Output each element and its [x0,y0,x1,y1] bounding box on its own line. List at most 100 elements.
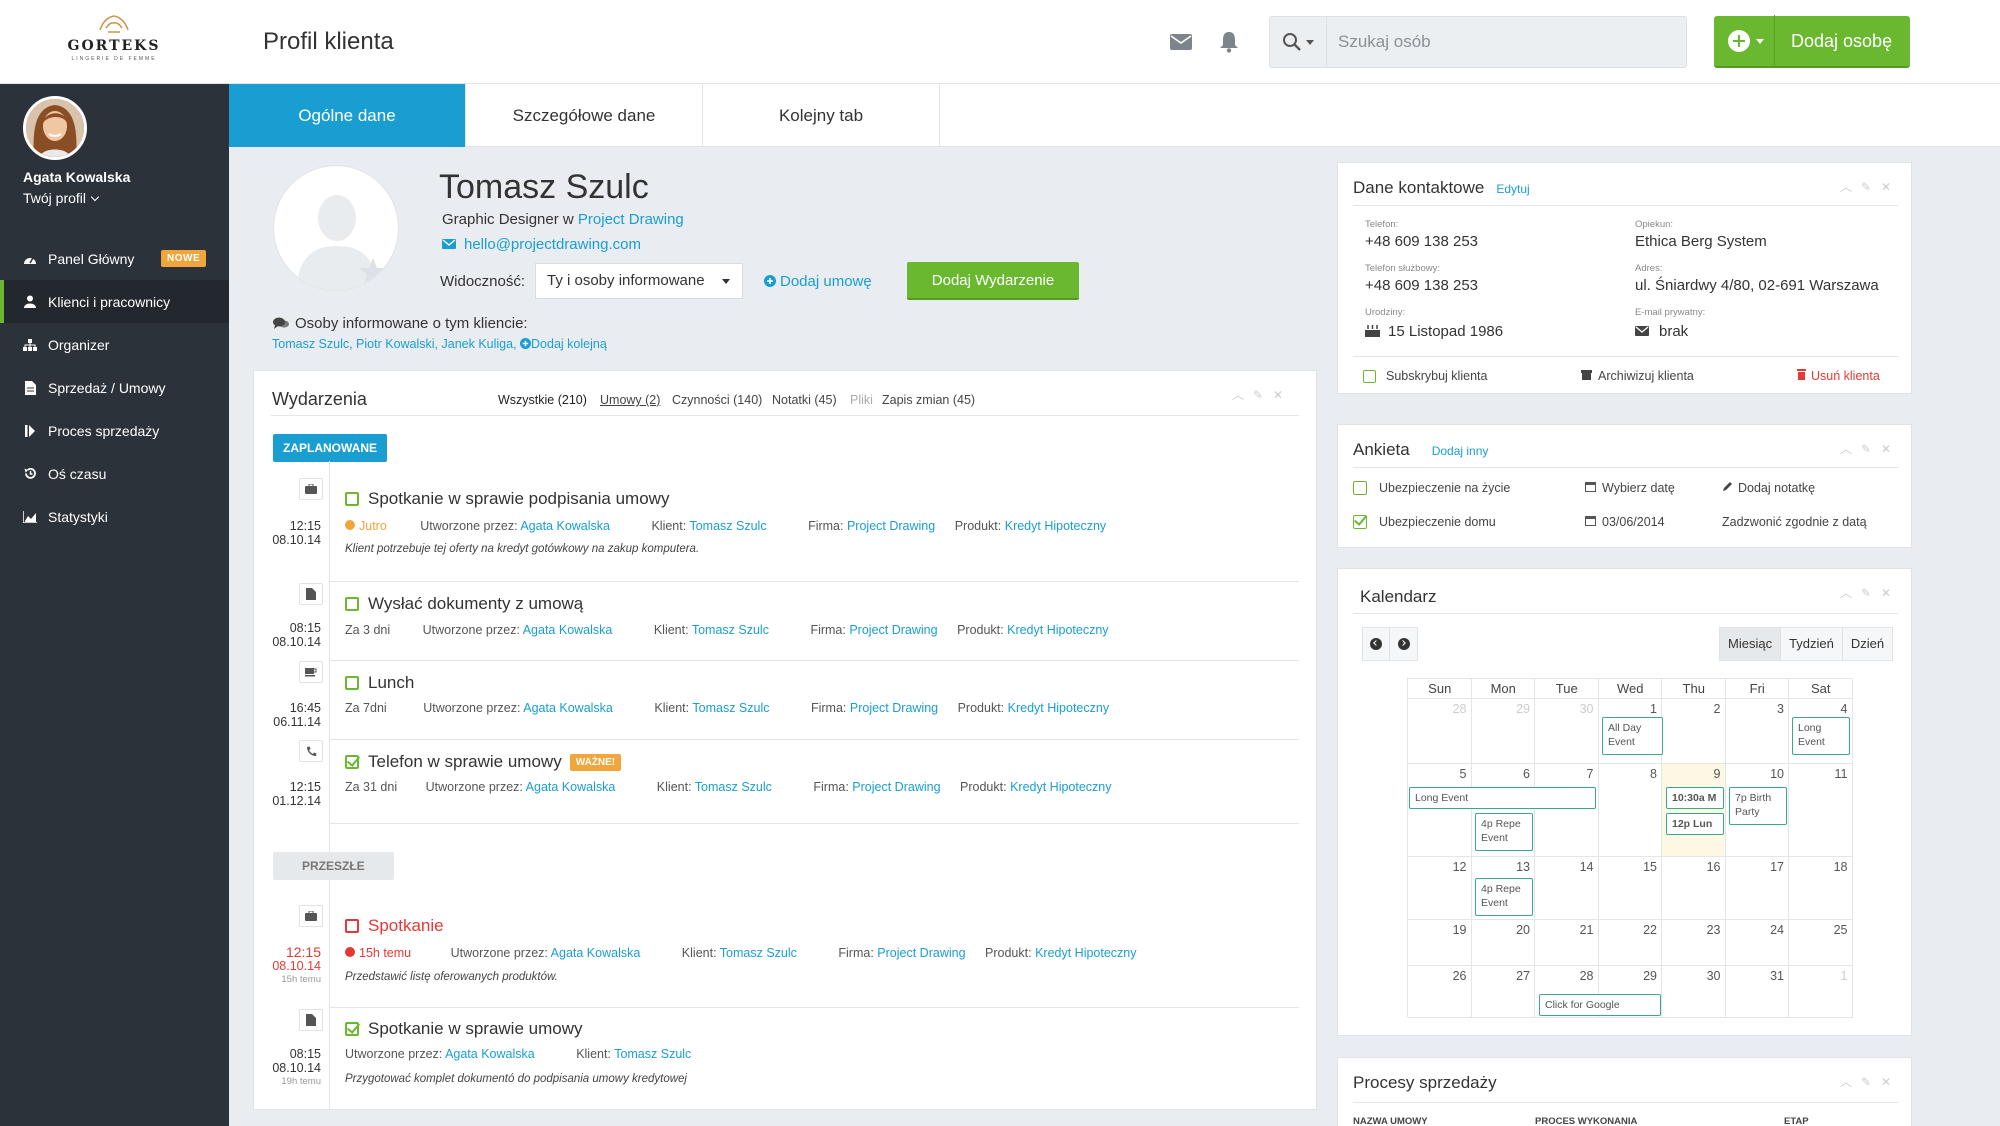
add-note-link[interactable]: Dodaj notatkę [1722,481,1815,495]
tab-details[interactable]: Szczegółowe dane [466,84,703,147]
calendar-day[interactable]: 22 [1598,920,1662,966]
calendar-day[interactable]: 21 [1535,920,1599,966]
survey-row[interactable]: Ubezpieczenie na życie [1353,481,1510,495]
event-title[interactable]: Wysłać dokumenty z umową [345,594,583,614]
calendar-event[interactable]: 10:30a M [1666,787,1724,809]
survey-date-picker[interactable]: 03/06/2014 [1585,515,1665,529]
client-link[interactable]: Tomasz Szulc [695,780,772,794]
calendar-day[interactable]: 8 [1598,764,1662,857]
calendar-event[interactable]: Long Event [1409,787,1596,809]
delete-client-link[interactable]: Usuń klienta [1797,369,1880,383]
close-icon[interactable]: ✕ [1880,587,1892,599]
checkbox-checked[interactable] [345,755,359,769]
calendar-day[interactable]: 12 [1408,857,1472,920]
view-month-button[interactable]: Miesiąc [1720,628,1782,660]
filter-all[interactable]: Wszystkie (210) [498,393,587,407]
checkbox[interactable] [1363,369,1376,383]
calendar-event[interactable]: 4p Repe Event [1475,813,1533,851]
company-link[interactable]: Project Drawing [850,701,938,715]
filter-changelog[interactable]: Zapis zmian (45) [882,393,975,407]
calendar-event[interactable]: Click for Google [1539,994,1661,1016]
collapse-icon[interactable]: ︿ [1840,1076,1852,1088]
collapse-icon[interactable]: ︿ [1232,389,1244,401]
client-avatar[interactable] [273,165,399,291]
calendar-event[interactable]: Long Event [1792,717,1850,755]
view-week-button[interactable]: Tydzień [1781,628,1843,660]
calendar-day[interactable]: 27 [1471,966,1535,1018]
event-title[interactable]: Spotkanie [345,916,444,936]
creator-link[interactable]: Agata Kowalska [523,701,613,715]
client-link[interactable]: Tomasz Szulc [692,701,769,715]
company-link[interactable]: Project Drawing [877,946,965,960]
add-contract-link[interactable]: Dodaj umowę [764,273,872,290]
calendar-day[interactable]: 23 [1662,920,1726,966]
calendar-day[interactable]: 20 [1471,920,1535,966]
calendar-day[interactable]: 11 [1789,764,1853,857]
close-icon[interactable]: ✕ [1880,181,1892,193]
company-link[interactable]: Project Drawing [852,780,940,794]
calendar-day[interactable]: 24 [1725,920,1789,966]
edit-contact-link[interactable]: Edytuj [1496,182,1529,196]
calendar-day[interactable]: 30 [1535,699,1599,764]
creator-link[interactable]: Agata Kowalska [523,623,613,637]
calendar-day[interactable]: 5 [1408,764,1472,857]
calendar-day[interactable]: 14 [1535,857,1599,920]
add-event-button[interactable]: Dodaj Wydarzenie [907,262,1079,300]
sidebar-item-sales[interactable]: Sprzedaż / Umowy [0,366,229,409]
checkbox-checked[interactable] [1353,515,1367,529]
calendar-day[interactable]: 9 [1662,764,1726,857]
collapse-icon[interactable]: ︿ [1840,587,1852,599]
product-link[interactable]: Kredyt Hipoteczny [1035,946,1136,960]
calendar-day[interactable]: 28 [1408,699,1472,764]
filter-notes[interactable]: Notatki (45) [772,393,837,407]
company-link[interactable]: Project Drawing [847,519,935,533]
creator-link[interactable]: Agata Kowalska [445,1047,535,1061]
calendar-day[interactable]: 26 [1408,966,1472,1018]
client-link[interactable]: Tomasz Szulc [614,1047,691,1061]
calendar-day[interactable]: 25 [1789,920,1853,966]
checkbox[interactable] [345,919,359,933]
search-filter-button[interactable] [1270,17,1327,67]
calendar-day[interactable]: 7 [1535,764,1599,857]
calendar-day[interactable]: 16 [1662,857,1726,920]
mail-icon[interactable] [1170,34,1192,50]
calendar-event[interactable]: All Day Event [1602,717,1663,755]
client-email[interactable]: hello@projectdrawing.com [442,236,641,253]
user-profile-menu[interactable]: Twój profil [23,190,100,206]
filter-files[interactable]: Pliki [850,393,873,407]
filter-activities[interactable]: Czynności (140) [672,393,762,407]
wrench-icon[interactable]: ✎ [1252,389,1264,401]
product-link[interactable]: Kredyt Hipoteczny [1010,780,1111,794]
calendar-day[interactable]: 19 [1408,920,1472,966]
wrench-icon[interactable]: ✎ [1860,181,1872,193]
add-informed-link[interactable]: Dodaj kolejną [531,337,607,351]
survey-row[interactable]: Ubezpieczenie domu [1353,515,1496,529]
sidebar-item-sales-process[interactable]: Proces sprzedaży [0,409,229,452]
calendar-day[interactable]: 1 [1789,966,1853,1018]
calendar-day[interactable]: 29 [1471,699,1535,764]
archive-client-link[interactable]: Archiwizuj klienta [1581,369,1694,383]
event-title[interactable]: Spotkanie w sprawie umowy [345,1019,582,1039]
sidebar-item-clients[interactable]: Klienci i pracownicy [0,280,229,323]
avatar[interactable] [23,96,87,160]
creator-link[interactable]: Agata Kowalska [551,946,641,960]
calendar-day[interactable]: 15 [1598,857,1662,920]
wrench-icon[interactable]: ✎ [1860,587,1872,599]
client-company-link[interactable]: Project Drawing [578,211,684,228]
client-link[interactable]: Tomasz Szulc [689,519,766,533]
add-other-link[interactable]: Dodaj inny [1432,444,1489,458]
sidebar-item-timeline[interactable]: Oś czasu [0,452,229,495]
checkbox-checked[interactable] [345,1022,359,1036]
calendar-day[interactable]: 3 [1725,699,1789,764]
view-day-button[interactable]: Dzień [1842,628,1893,660]
calendar-event[interactable]: 4p Repe Event [1475,878,1533,916]
add-contract-label[interactable]: Dodaj umowę [780,273,872,290]
informed-people-links[interactable]: Tomasz Szulc, Piotr Kowalski, Janek Kuli… [272,337,517,351]
tab-general[interactable]: Ogólne dane [229,84,466,147]
calendar-event[interactable]: 7p Birth Party [1729,787,1787,825]
checkbox[interactable] [345,492,359,506]
collapse-icon[interactable]: ︿ [1840,181,1852,193]
client-email-link[interactable]: hello@projectdrawing.com [464,236,641,253]
checkbox[interactable] [1353,481,1367,495]
visibility-select[interactable]: Ty i osoby informowane [535,263,743,299]
